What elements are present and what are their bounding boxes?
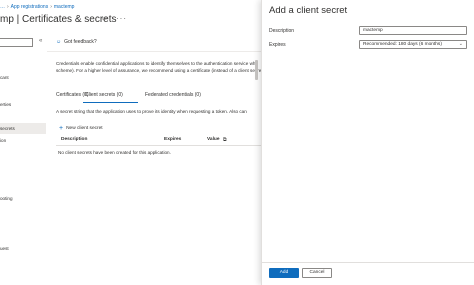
copy-icon[interactable]: ⧉ [223, 137, 226, 143]
breadcrumb: … › App registrations › mactemp [0, 4, 74, 10]
expires-selected-value: Recommended: 180 days (6 months) [363, 42, 442, 47]
sidebar-item-certificates-secrets[interactable]: secrets [0, 126, 15, 131]
description-input[interactable] [359, 26, 467, 35]
tab-active-indicator [83, 102, 138, 103]
breadcrumb-separator: › [7, 4, 9, 10]
new-client-secret-button[interactable]: + New client secret [59, 124, 103, 132]
collapse-sidebar-icon[interactable]: « [39, 38, 42, 44]
sidebar-item-new-support-request[interactable]: uest [0, 246, 9, 251]
breadcrumb-separator: › [50, 4, 52, 10]
sidebar-item-troubleshooting[interactable]: ooting [0, 196, 13, 201]
add-button[interactable]: Add [269, 268, 299, 278]
column-header-description[interactable]: Description [61, 137, 87, 142]
column-header-expires[interactable]: Expires [164, 137, 181, 142]
toolbar-divider [47, 51, 262, 52]
feedback-button[interactable]: ☺ Got feedback? [56, 39, 97, 45]
more-options-icon[interactable]: ··· [116, 14, 127, 23]
sidebar-item-token-configuration[interactable]: ion [0, 138, 6, 143]
description-line: scheme). For a higher level of assurance… [56, 67, 262, 73]
sidebar-search-input[interactable] [0, 38, 33, 47]
pin-icon[interactable]: ✑ [102, 15, 108, 23]
column-header-value[interactable]: Value [207, 137, 220, 142]
tab-federated-credentials[interactable]: Federated credentials (0) [145, 92, 201, 98]
feedback-label: Got feedback? [64, 39, 97, 45]
content-scrollbar[interactable] [255, 60, 258, 80]
tab-certificates[interactable]: Certificates (0) [56, 92, 89, 98]
panel-title: Add a client secret [269, 5, 348, 16]
description-label: Description [269, 28, 295, 34]
table-empty-message: No client secrets have been created for … [58, 150, 171, 155]
client-secrets-description: A secret string that the application use… [56, 109, 247, 114]
breadcrumb-mactemp[interactable]: mactemp [54, 4, 75, 10]
breadcrumb-app-registrations[interactable]: App registrations [11, 4, 49, 10]
expires-dropdown[interactable]: Recommended: 180 days (6 months) ⌄ [359, 40, 467, 49]
sidebar-item-properties[interactable]: erties [0, 102, 11, 107]
credentials-description: Credentials enable confidential applicat… [56, 61, 262, 74]
new-client-secret-label: New client secret [66, 126, 103, 131]
add-client-secret-panel: Add a client secret Description Expires … [261, 0, 474, 285]
description-line: Credentials enable confidential applicat… [56, 61, 258, 66]
expires-label: Expires [269, 42, 286, 48]
chevron-down-icon: ⌄ [458, 41, 463, 47]
page-title: mp | Certificates & secrets [0, 14, 117, 25]
table-header-divider [56, 145, 262, 146]
feedback-icon: ☺ [56, 39, 62, 45]
cancel-button[interactable]: Cancel [302, 268, 332, 278]
sidebar-item-overview[interactable]: cant [0, 75, 9, 80]
panel-footer-divider [262, 262, 474, 263]
breadcrumb-ellipsis[interactable]: … [0, 4, 5, 10]
plus-icon: + [59, 125, 64, 132]
tab-client-secrets[interactable]: Client secrets (0) [85, 92, 123, 98]
